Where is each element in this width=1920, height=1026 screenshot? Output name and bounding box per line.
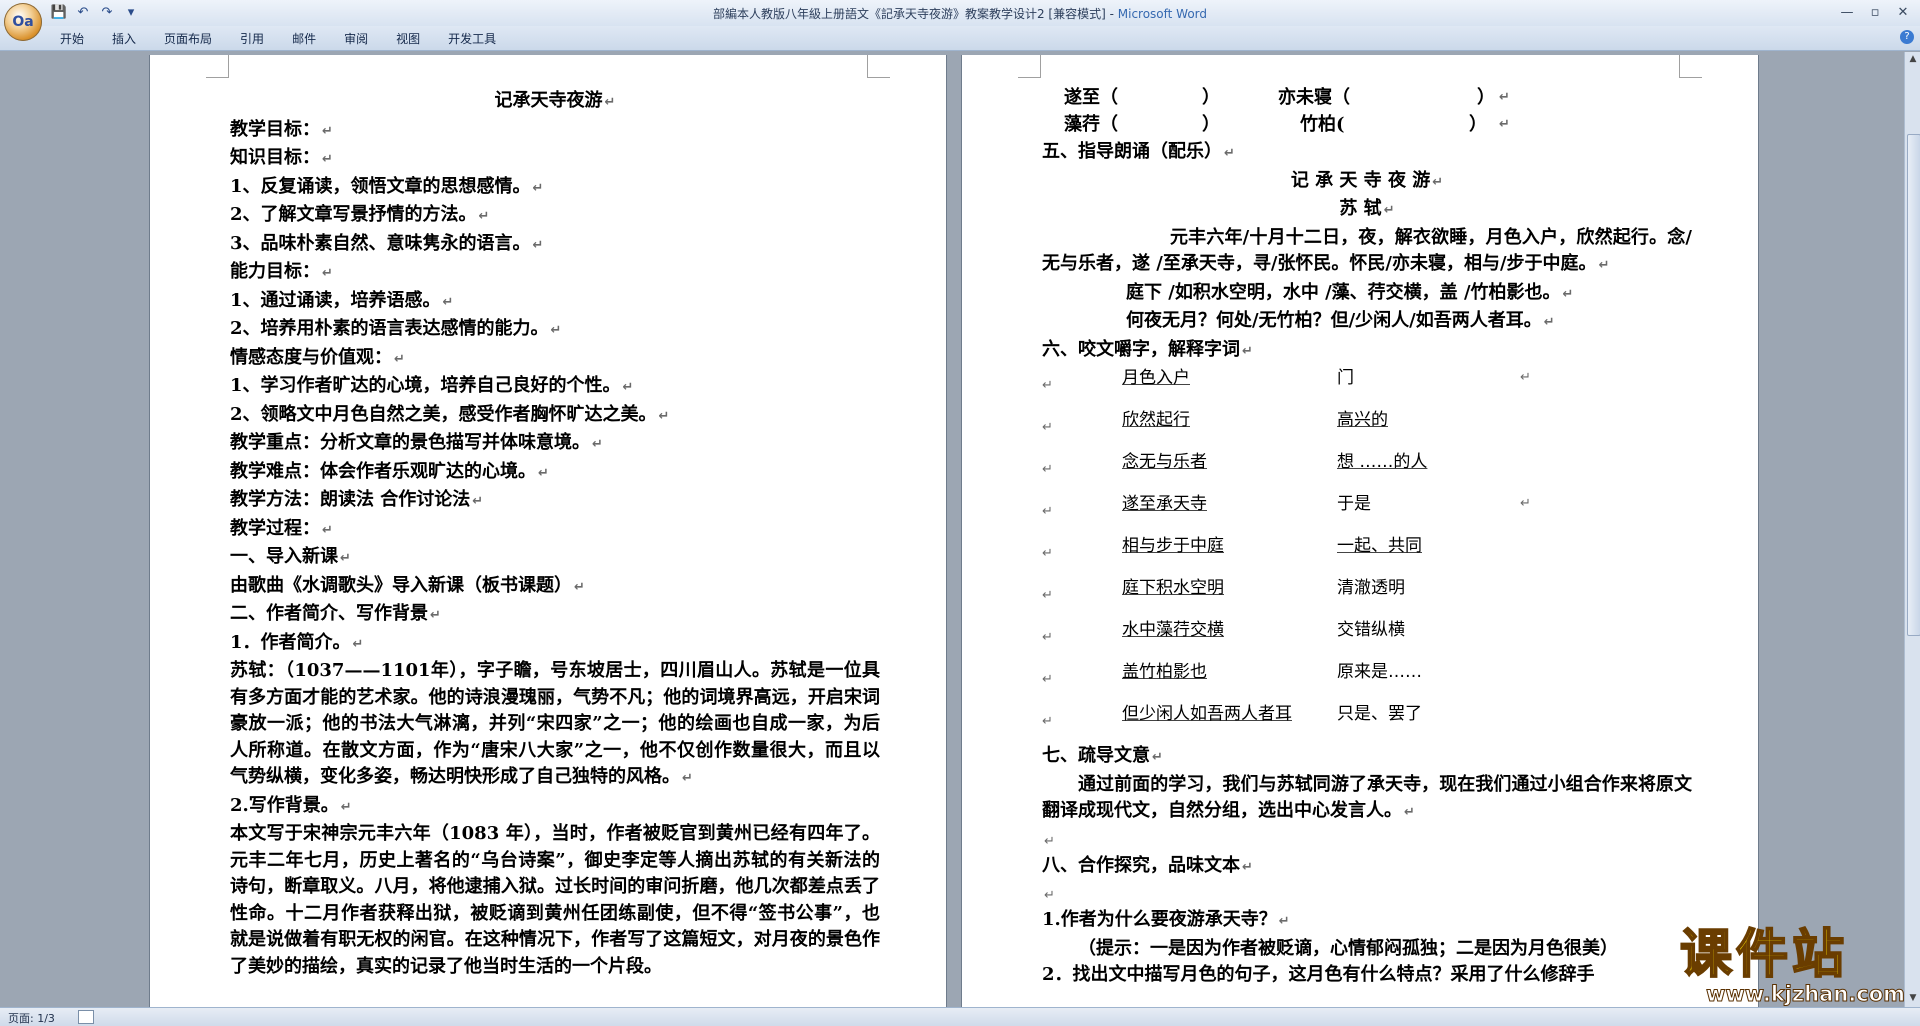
status-bar: 页面: 1/3 xyxy=(0,1007,1920,1026)
office-button[interactable]: Oa xyxy=(4,3,42,41)
section-paragraph: 通过前面的学习，我们与苏轼同游了承天寺，现在我们通过小组合作来将原文翻译成现代文… xyxy=(1042,773,1692,822)
text-line: 2、培养用朴素的语言表达感情的能力。 ↵ xyxy=(230,318,562,339)
tab-references[interactable]: 引用 xyxy=(226,30,278,48)
word-row: ↵ 盖竹柏影也 原来是…… xyxy=(1042,662,1422,687)
poem-line: 何夜无月？何处/无竹柏？但/少闲人/如吾两人者耳。 ↵ xyxy=(1126,310,1555,331)
question-line: 1.作者为什么要夜游承天寺？ ↵ xyxy=(1042,909,1290,930)
tab-insert[interactable]: 插入 xyxy=(98,30,150,48)
maximize-icon[interactable]: ▫ xyxy=(1862,2,1888,22)
page-1-content: 记承天寺夜游 ↵ 教学目标： ↵ 知识目标： ↵ 1、反复诵读，领悟文章的思想感情。 ↵… xyxy=(230,88,880,980)
poem-title: 记 承 天 寺 夜 游 ↵ xyxy=(1290,169,1444,191)
page-2-content: 遂至（ ） 亦未寝（ ） ↵ 藻荇（ ） 竹柏( ） ↵ 五、指导朗诵（配乐） ↵… xyxy=(1042,85,1692,989)
text-line: 能力目标： ↵ xyxy=(230,261,333,282)
word-row: ↵ 欣然起行 高兴的 xyxy=(1042,410,1388,435)
word-row: ↵ 庭下积水空明 清澈透明 xyxy=(1042,578,1405,603)
text-line: 教学目标： ↵ xyxy=(230,118,333,140)
tab-review[interactable]: 审阅 xyxy=(330,30,382,48)
word-row: ↵ 念无与乐者想 ……的人 xyxy=(1042,452,1428,477)
watermark-url: www.kjzhan.com xyxy=(1705,982,1906,1007)
document-title-heading: 记承天寺夜游 ↵ xyxy=(494,90,616,111)
text-line: 由歌曲《水调歌头》导入新课（板书课题） ↵ xyxy=(230,574,585,596)
word-row: ↵ 水中藻荇交横 交错纵横 xyxy=(1042,620,1405,645)
text-line: 知识目标： ↵ xyxy=(230,147,333,168)
text-line: 2、了解文章写景抒情的方法。 ↵ xyxy=(230,204,490,225)
tab-page-layout[interactable]: 页面布局 xyxy=(150,30,226,48)
word-row: ↵ 但少闲人如吾两人者耳 只是、罢了 xyxy=(1042,704,1422,729)
tab-view[interactable]: 视图 xyxy=(382,30,434,48)
proofing-icon[interactable] xyxy=(78,1010,94,1024)
text-line: 1、学习作者旷达的心境，培养自己良好的个性。 ↵ xyxy=(230,375,634,396)
close-icon[interactable]: ✕ xyxy=(1890,2,1916,22)
scroll-up-icon[interactable]: ▲ xyxy=(1908,54,1918,66)
document-page-2[interactable]: 遂至（ ） 亦未寝（ ） ↵ 藻荇（ ） 竹柏( ） ↵ 五、指导朗诵（配乐） ↵… xyxy=(962,55,1758,1015)
section-heading: 五、指导朗诵（配乐） ↵ xyxy=(1042,141,1235,162)
author-paragraph: 苏轼：（1037——1101年），字子瞻，号东坡居士，四川眉山人。苏轼是一位具有… xyxy=(230,660,880,787)
background-paragraph: 本文写于宋神宗元丰六年（1083 年），当时，作者被贬官到黄州已经有四年了。元丰… xyxy=(230,823,880,977)
tab-mailings[interactable]: 邮件 xyxy=(278,30,330,48)
ribbon: 开始 插入 页面布局 引用 邮件 审阅 视图 开发工具 ? xyxy=(0,26,1920,51)
watermark-text: 课件站 xyxy=(1679,925,1849,985)
text-line: 3、品味朴素自然、意味隽永的语言。 ↵ xyxy=(230,232,544,254)
minimize-icon[interactable]: — xyxy=(1834,2,1860,22)
poem-line: 庭下 /如积水空明，水中 /藻、荇交横，盖 /竹柏影也。 ↵ xyxy=(1126,281,1574,303)
text-line: 教学方法：朗读法 合作讨论法 ↵ xyxy=(230,489,484,510)
page-indicator[interactable]: 页面: 1/3 xyxy=(8,1010,55,1026)
office-logo-icon: Oa xyxy=(12,14,34,30)
empty-line: ↵ xyxy=(1044,833,1055,849)
text-line: 教学重点：分析文章的景色描写并体味意境。 ↵ xyxy=(230,432,603,453)
poem-paragraph: 元丰六年/十月十二日，夜，解衣欲睡，月色入户，欣然起行。念/无与乐者，遂 /至承… xyxy=(1042,226,1692,275)
text-line: 教学难点：体会作者乐观旷达的心境。 ↵ xyxy=(230,460,549,482)
text-line: 1、通过诵读，培养语感。 ↵ xyxy=(230,289,454,311)
word-row: ↵ 月色入户门 ↵ xyxy=(1042,368,1531,393)
document-page-1[interactable]: 记承天寺夜游 ↵ 教学目标： ↵ 知识目标： ↵ 1、反复诵读，领悟文章的思想感情。 ↵… xyxy=(150,55,946,1015)
hint-paragraph: （提示：一是因为作者被贬谪，心情郁闷孤独；二是因为月色很美） xyxy=(1078,937,1618,959)
vertical-scrollbar[interactable]: ▲ ▼ xyxy=(1904,52,1920,1007)
help-icon[interactable]: ? xyxy=(1900,30,1914,44)
question-line: 2．找出文中描写月色的句子，这月色有什么特点？采用了什么修辞手 xyxy=(1042,964,1595,985)
text-line: 二、作者简介、写作背景 ↵ xyxy=(230,603,441,624)
section-heading: 八、合作探究，品味文本 ↵ xyxy=(1042,854,1253,876)
text-line: 1、反复诵读，领悟文章的思想感情。 ↵ xyxy=(230,175,544,197)
ribbon-tabs: 开始 插入 页面布局 引用 邮件 审阅 视图 开发工具 xyxy=(46,30,510,48)
text-line: 1．作者简介。 ↵ xyxy=(230,631,364,653)
window-controls: — ▫ ✕ xyxy=(1834,2,1916,22)
empty-line: ↵ xyxy=(1044,888,1055,903)
text-line: 一、导入新课 ↵ xyxy=(230,546,351,567)
crop-mark xyxy=(867,55,890,78)
section-heading: 六、咬文嚼字，解释字词 ↵ xyxy=(1042,338,1253,360)
text-line: 情感态度与价值观： ↵ xyxy=(230,346,405,368)
tab-home[interactable]: 开始 xyxy=(46,30,98,48)
word-row: ↵ 遂至承天寺 于是 ↵ xyxy=(1042,494,1531,519)
app-name: Microsoft Word xyxy=(1117,7,1208,21)
crop-mark xyxy=(1018,55,1041,78)
word-row: ↵ 相与步于中庭 一起、共同 xyxy=(1042,536,1422,561)
title-bar: Oa 💾 ↶ ↷ ▾ 部編本人教版八年級上册語文《記承天寺夜游》教案教学设计2 … xyxy=(0,0,1920,41)
crop-mark xyxy=(206,55,229,78)
fill-blank-row: 遂至（ ） 亦未寝（ ） ↵ xyxy=(1064,87,1510,108)
crop-mark xyxy=(1679,55,1702,78)
text-line: 2.写作背景。 ↵ xyxy=(230,794,352,816)
document-title: 部編本人教版八年級上册語文《記承天寺夜游》教案教学设计2 [兼容模式] xyxy=(712,7,1106,21)
poem-author: 苏 轼 ↵ xyxy=(1339,198,1395,219)
text-line: 教学过程： ↵ xyxy=(230,517,333,539)
scroll-thumb[interactable] xyxy=(1907,134,1920,636)
section-heading: 七、疏导文意 ↵ xyxy=(1042,745,1163,766)
tab-developer[interactable]: 开发工具 xyxy=(434,30,510,48)
text-line: 2、领略文中月色自然之美，感受作者胸怀旷达之美。 ↵ xyxy=(230,403,670,425)
window-title: 部編本人教版八年級上册語文《記承天寺夜游》教案教学设计2 [兼容模式] - Mi… xyxy=(712,7,1208,21)
watermark-logo: 课件站 www.kjzhan.com xyxy=(1679,925,1920,1007)
fill-blank-row: 藻荇（ ） 竹柏( ） ↵ xyxy=(1064,114,1510,135)
